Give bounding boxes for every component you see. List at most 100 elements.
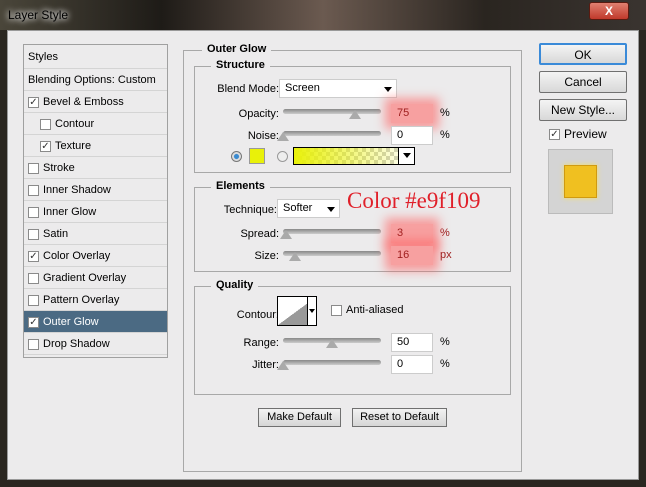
new-style-button[interactable]: New Style... — [539, 99, 627, 121]
sidebar-item[interactable]: Styles — [24, 45, 167, 69]
checkmark-icon[interactable]: ✓ — [549, 129, 560, 141]
spread-slider-thumb[interactable] — [280, 230, 292, 239]
spread-unit: % — [440, 227, 450, 239]
sidebar-item-label: Styles — [28, 51, 58, 63]
sidebar-item[interactable]: Contour — [24, 113, 167, 135]
outer-glow-title: Outer Glow — [202, 43, 272, 55]
gradient-picker[interactable] — [293, 147, 415, 165]
sidebar-item-label: Texture — [55, 140, 92, 152]
opacity-slider[interactable] — [283, 109, 381, 114]
noise-slider[interactable] — [283, 131, 381, 136]
noise-input[interactable]: 0 — [391, 126, 433, 145]
styles-list: Styles Blending Options: Custom ✓ Bevel & E… — [23, 44, 168, 358]
technique-select[interactable]: Softer — [277, 199, 340, 218]
jitter-label: Jitter: — [252, 359, 279, 371]
chevron-down-icon — [403, 153, 411, 158]
sidebar-item-label: Contour — [55, 118, 95, 130]
glow-color-swatch[interactable] — [249, 148, 265, 164]
sidebar-item[interactable]: Stroke — [24, 157, 167, 179]
sidebar-item-label: Bevel & Emboss — [43, 96, 124, 108]
opacity-input[interactable]: 75 — [391, 104, 433, 123]
checkbox[interactable] — [28, 294, 39, 306]
checkbox[interactable]: ✓ — [40, 140, 51, 152]
sidebar-item-label: Inner Glow — [43, 206, 97, 218]
opacity-unit: % — [440, 107, 450, 119]
size-label: Size: — [254, 250, 279, 262]
chevron-down-icon — [384, 87, 392, 92]
cancel-button[interactable]: Cancel — [539, 71, 627, 93]
checkbox[interactable] — [28, 162, 39, 174]
sidebar-item[interactable]: ✓ Bevel & Emboss — [24, 91, 167, 113]
opacity-slider-thumb[interactable] — [349, 110, 361, 119]
quality-group: Quality Contour: Anti-aliased Range: 50 … — [194, 279, 511, 395]
checkbox[interactable]: ✓ — [28, 316, 39, 328]
make-default-button[interactable]: Make Default — [258, 408, 341, 427]
checkbox[interactable] — [28, 338, 39, 350]
preview-label: Preview — [564, 127, 607, 141]
checkbox[interactable]: ✓ — [28, 96, 39, 108]
sidebar-item-label: Stroke — [43, 162, 75, 174]
jitter-slider-thumb[interactable] — [277, 361, 289, 370]
quality-title: Quality — [211, 279, 259, 291]
range-input[interactable]: 50 — [391, 333, 433, 352]
size-input[interactable]: 16 — [391, 246, 433, 265]
elements-group: Elements Technique: Softer Spread: 3 % S… — [194, 180, 511, 272]
sidebar-item[interactable]: ✓ Color Overlay — [24, 245, 167, 267]
sidebar-item[interactable]: Gradient Overlay — [24, 267, 167, 289]
blend-mode-select[interactable]: Screen — [279, 79, 397, 98]
checkbox[interactable]: ✓ — [28, 250, 39, 262]
blend-mode-label: Blend Mode: — [217, 83, 279, 95]
spread-slider[interactable] — [283, 229, 381, 234]
sidebar-item[interactable]: Satin — [24, 223, 167, 245]
solid-color-radio[interactable] — [231, 151, 242, 162]
jitter-slider[interactable] — [283, 360, 381, 365]
checkbox[interactable] — [28, 206, 39, 218]
preview-checkbox[interactable]: ✓ Preview — [549, 127, 607, 141]
checkbox[interactable] — [28, 184, 39, 196]
jitter-input[interactable]: 0 — [391, 355, 433, 374]
sidebar-item-label: Outer Glow — [43, 316, 99, 328]
sidebar-item-label: Color Overlay — [43, 250, 111, 262]
structure-title: Structure — [211, 59, 270, 71]
technique-value: Softer — [283, 202, 313, 214]
blend-mode-value: Screen — [285, 82, 320, 94]
sidebar-item[interactable]: Inner Glow — [24, 201, 167, 223]
opacity-label: Opacity: — [238, 108, 279, 120]
checkbox[interactable] — [28, 272, 39, 284]
title-bar: Layer Style X — [0, 0, 646, 30]
outer-glow-group: Outer Glow Structure Blend Mode: Screen … — [183, 43, 522, 472]
close-button[interactable]: X — [589, 2, 629, 20]
chevron-down-icon — [309, 309, 315, 313]
noise-unit: % — [440, 129, 450, 141]
noise-label: Noise: — [247, 130, 279, 142]
checkbox[interactable] — [28, 228, 39, 240]
sidebar-item-label: Drop Shadow — [43, 338, 110, 350]
range-slider-thumb[interactable] — [326, 339, 338, 348]
sidebar-item[interactable]: Inner Shadow — [24, 179, 167, 201]
sidebar-item[interactable]: Blending Options: Custom — [24, 69, 167, 91]
ok-button[interactable]: OK — [539, 43, 627, 65]
checkbox[interactable] — [331, 304, 342, 316]
reset-to-default-button[interactable]: Reset to Default — [352, 408, 447, 427]
sidebar-item-label: Blending Options: Custom — [28, 74, 156, 86]
sidebar-item[interactable]: ✓ Texture — [24, 135, 167, 157]
spread-input[interactable]: 3 — [391, 224, 433, 243]
color-annotation: Color #e9f109 — [347, 188, 481, 213]
anti-aliased-checkbox[interactable]: Anti-aliased — [331, 304, 403, 316]
contour-picker[interactable] — [277, 296, 317, 326]
style-preview — [548, 149, 613, 214]
sidebar-item[interactable]: ✓ Outer Glow — [24, 311, 167, 333]
noise-slider-thumb[interactable] — [277, 132, 289, 141]
sidebar-item-label: Inner Shadow — [43, 184, 111, 196]
jitter-unit: % — [440, 358, 450, 370]
anti-aliased-label: Anti-aliased — [346, 304, 404, 316]
sidebar-item[interactable]: Pattern Overlay — [24, 289, 167, 311]
sidebar-item[interactable]: Drop Shadow — [24, 333, 167, 355]
chevron-down-icon — [327, 207, 335, 212]
size-slider-thumb[interactable] — [289, 252, 301, 261]
technique-label: Technique: — [223, 204, 277, 216]
dialog-body: Styles Blending Options: Custom ✓ Bevel & E… — [7, 30, 639, 480]
gradient-radio[interactable] — [277, 151, 288, 162]
size-unit: px — [440, 249, 452, 261]
checkbox[interactable] — [40, 118, 51, 130]
